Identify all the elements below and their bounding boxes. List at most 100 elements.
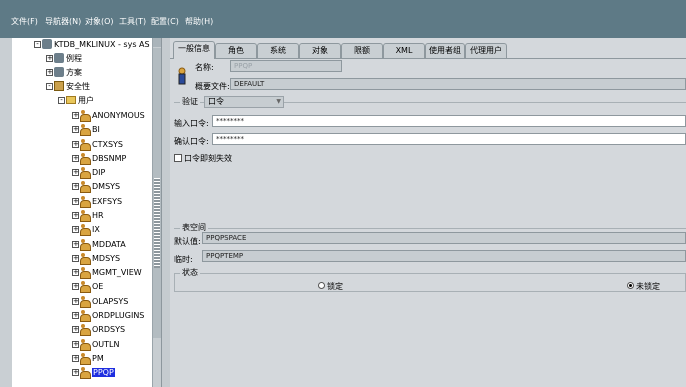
tab-general[interactable]: 一般信息 bbox=[173, 41, 215, 59]
user-icon bbox=[80, 153, 91, 165]
status-panel bbox=[174, 273, 686, 292]
tablespace-divider bbox=[174, 228, 686, 229]
locked-label: 锁定 bbox=[327, 282, 343, 291]
name-field: PPQP bbox=[230, 60, 342, 72]
expand-icon[interactable]: + bbox=[72, 168, 79, 176]
tree-user[interactable]: + MDDATA bbox=[72, 238, 126, 251]
user-icon bbox=[80, 167, 91, 179]
tab-xml[interactable]: XML bbox=[383, 43, 425, 58]
collapse-icon[interactable]: - bbox=[34, 40, 41, 48]
menu-object[interactable]: 对象(O) bbox=[85, 16, 114, 27]
expand-icon[interactable]: + bbox=[46, 68, 53, 76]
password-field[interactable]: ******** bbox=[212, 115, 686, 127]
menu-file[interactable]: 文件(F) bbox=[11, 16, 38, 27]
temp-tablespace-label: 临时: bbox=[174, 255, 193, 264]
tree-item-instance[interactable]: + 例程 bbox=[46, 52, 82, 64]
tree-user-selected[interactable]: + PPQP bbox=[72, 366, 115, 379]
profile-label: 概要文件: bbox=[195, 82, 230, 91]
profile-field[interactable]: DEFAULT bbox=[230, 78, 686, 90]
expand-icon[interactable]: + bbox=[72, 297, 79, 305]
expand-icon[interactable]: + bbox=[72, 368, 79, 376]
password-label: 输入口令: bbox=[174, 119, 209, 128]
tree-item-users[interactable]: - 用户 bbox=[58, 94, 94, 106]
user-icon bbox=[80, 367, 91, 379]
tab-proxy-user[interactable]: 代理用户 bbox=[465, 43, 507, 58]
unlocked-radio[interactable] bbox=[627, 282, 634, 289]
pane-splitter[interactable] bbox=[161, 38, 170, 387]
expand-icon[interactable]: + bbox=[72, 340, 79, 348]
instance-icon bbox=[54, 53, 64, 63]
tab-system[interactable]: 系统 bbox=[257, 43, 299, 58]
expand-icon[interactable]: + bbox=[72, 354, 79, 362]
expand-icon[interactable]: + bbox=[72, 311, 79, 319]
user-icon bbox=[80, 339, 91, 351]
user-icon bbox=[80, 181, 91, 193]
expand-icon[interactable]: + bbox=[72, 125, 79, 133]
tree-user[interactable]: + HR bbox=[72, 209, 104, 222]
menu-bar: 文件(F) 导航器(N) 对象(O) 工具(T) 配置(C) 帮助(H) bbox=[0, 0, 686, 38]
tree-user[interactable]: + BI bbox=[72, 123, 100, 136]
user-icon bbox=[80, 281, 91, 293]
tree-user[interactable]: + ANONYMOUS bbox=[72, 109, 145, 122]
menu-help[interactable]: 帮助(H) bbox=[185, 16, 213, 27]
tree-user[interactable]: + OE bbox=[72, 280, 103, 293]
navigator-tree[interactable]: - KTDB_MKLINUX - sys AS + 例程 + 方案 - 安全性 … bbox=[12, 38, 152, 387]
locked-radio[interactable] bbox=[318, 282, 325, 289]
expand-icon[interactable]: + bbox=[72, 225, 79, 233]
tree-user[interactable]: + ORDSYS bbox=[72, 323, 125, 336]
tree-root[interactable]: - KTDB_MKLINUX - sys AS bbox=[34, 38, 150, 50]
tree-user[interactable]: + IX bbox=[72, 223, 100, 236]
expand-icon[interactable]: + bbox=[72, 282, 79, 290]
schema-icon bbox=[54, 67, 64, 77]
default-tablespace-field[interactable]: PPQPSPACE bbox=[202, 232, 686, 244]
user-icon bbox=[80, 310, 91, 322]
confirm-password-field[interactable]: ******** bbox=[212, 133, 686, 145]
expand-icon[interactable]: + bbox=[72, 325, 79, 333]
expand-icon[interactable]: + bbox=[46, 54, 53, 62]
tree-user[interactable]: + DMSYS bbox=[72, 180, 120, 193]
expand-icon[interactable]: + bbox=[72, 111, 79, 119]
tree-user[interactable]: + CTXSYS bbox=[72, 138, 123, 151]
auth-select[interactable]: 口令 ▼ bbox=[204, 96, 284, 108]
tree-item-security[interactable]: - 安全性 bbox=[46, 80, 90, 92]
expand-icon[interactable]: + bbox=[72, 197, 79, 205]
user-icon bbox=[80, 253, 91, 265]
tree-user[interactable]: + DIP bbox=[72, 166, 105, 179]
user-icon bbox=[80, 210, 91, 222]
menu-config[interactable]: 配置(C) bbox=[151, 16, 179, 27]
expand-icon[interactable]: + bbox=[72, 154, 79, 162]
expand-icon[interactable]: + bbox=[72, 254, 79, 262]
tab-consumer-group[interactable]: 使用者组 bbox=[425, 43, 465, 58]
tree-user[interactable]: + MDSYS bbox=[72, 252, 120, 265]
tree-user[interactable]: + EXFSYS bbox=[72, 195, 122, 208]
temp-tablespace-field[interactable]: PPQPTEMP bbox=[202, 250, 686, 262]
expand-icon[interactable]: + bbox=[72, 140, 79, 148]
tree-user[interactable]: + OLAPSYS bbox=[72, 295, 128, 308]
collapse-icon[interactable]: - bbox=[46, 82, 53, 90]
auth-label: 验证 bbox=[180, 96, 200, 107]
collapse-icon[interactable]: - bbox=[58, 96, 65, 104]
expand-icon[interactable]: + bbox=[72, 211, 79, 219]
tree-user[interactable]: + PM bbox=[72, 352, 104, 365]
expand-icon[interactable]: + bbox=[72, 268, 79, 276]
tab-roles[interactable]: 角色 bbox=[215, 43, 257, 58]
tree-user[interactable]: + OUTLN bbox=[72, 338, 119, 351]
dropdown-arrow-icon: ▼ bbox=[276, 98, 281, 105]
tree-scrollbar[interactable] bbox=[152, 38, 161, 387]
tree-user[interactable]: + DBSNMP bbox=[72, 152, 126, 165]
tab-quota[interactable]: 限额 bbox=[341, 43, 383, 58]
scroll-up-icon[interactable] bbox=[153, 38, 161, 47]
tab-object[interactable]: 对象 bbox=[299, 43, 341, 58]
tree-user[interactable]: + ORDPLUGINS bbox=[72, 309, 144, 322]
expand-icon[interactable]: + bbox=[72, 240, 79, 248]
unlocked-label: 未锁定 bbox=[636, 282, 660, 291]
tree-user[interactable]: + MGMT_VIEW bbox=[72, 266, 142, 279]
user-icon bbox=[80, 324, 91, 336]
menu-tools[interactable]: 工具(T) bbox=[119, 16, 146, 27]
expire-checkbox[interactable] bbox=[174, 154, 182, 162]
tree-item-schema[interactable]: + 方案 bbox=[46, 66, 82, 78]
left-strip bbox=[0, 38, 12, 387]
expire-label: 口令即刻失效 bbox=[184, 154, 232, 163]
menu-navigator[interactable]: 导航器(N) bbox=[45, 16, 81, 27]
expand-icon[interactable]: + bbox=[72, 182, 79, 190]
